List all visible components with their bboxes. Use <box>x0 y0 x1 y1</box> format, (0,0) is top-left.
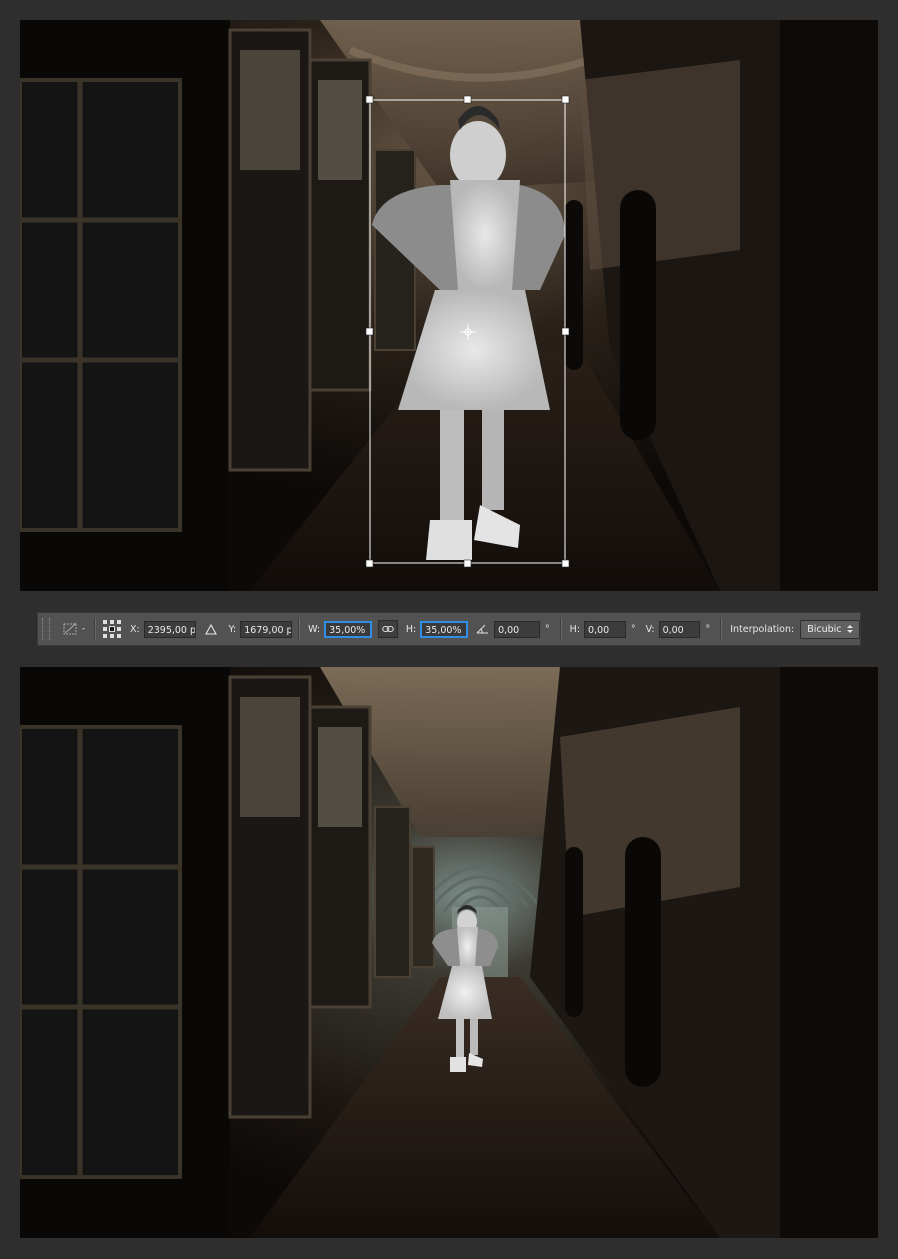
height-label: H: <box>405 623 417 635</box>
handle-bottom-center[interactable] <box>463 559 472 568</box>
canvas-after-transform[interactable] <box>20 667 878 1238</box>
interpolation-select[interactable]: Bicubic <box>800 619 860 639</box>
vskew-degree-unit: ° <box>705 623 711 635</box>
y-label: Y: <box>228 623 237 635</box>
chain-link-icon[interactable] <box>377 620 398 638</box>
x-label: X: <box>129 623 140 635</box>
rotate-angle-field[interactable]: 0,00 <box>494 620 540 638</box>
transform-tool-icon[interactable] <box>62 621 88 637</box>
handle-bottom-right[interactable] <box>561 559 570 568</box>
horizontal-skew-field[interactable]: 0,00 <box>584 620 626 638</box>
x-position-field[interactable]: 2395,00 p: <box>143 620 196 638</box>
transform-options-bar: X: 2395,00 p: Y: 1679,00 p: W: 35,00% H:… <box>37 612 861 646</box>
angle-degree-unit: ° <box>544 623 550 635</box>
height-percent-field[interactable]: 35,00% <box>420 620 469 638</box>
handle-bottom-left[interactable] <box>365 559 374 568</box>
interpolation-label: Interpolation: <box>730 623 795 635</box>
angle-icon <box>476 624 489 634</box>
toolbar-grip[interactable] <box>42 618 50 640</box>
corridor-scene-after <box>20 667 878 1238</box>
reference-point-grid-icon[interactable] <box>102 619 122 639</box>
interpolation-selected-value: Bicubic <box>807 623 842 635</box>
horizontal-skew-label: H: <box>569 623 581 635</box>
y-position-field[interactable]: 1679,00 p: <box>240 620 293 638</box>
canvas-before-transform[interactable] <box>20 20 878 591</box>
handle-top-center[interactable] <box>463 95 472 104</box>
corridor-scene-before <box>20 20 878 591</box>
delta-triangle-icon[interactable] <box>204 623 217 635</box>
width-label: W: <box>308 623 321 635</box>
handle-top-right[interactable] <box>561 95 570 104</box>
handle-middle-left[interactable] <box>365 327 374 336</box>
vertical-skew-field[interactable]: 0,00 <box>658 620 701 638</box>
handle-top-left[interactable] <box>365 95 374 104</box>
updown-arrows-icon <box>847 625 854 633</box>
width-percent-field[interactable]: 35,00% <box>324 620 372 638</box>
vertical-skew-label: V: <box>645 623 655 635</box>
handle-middle-right[interactable] <box>561 327 570 336</box>
hskew-degree-unit: ° <box>630 623 636 635</box>
